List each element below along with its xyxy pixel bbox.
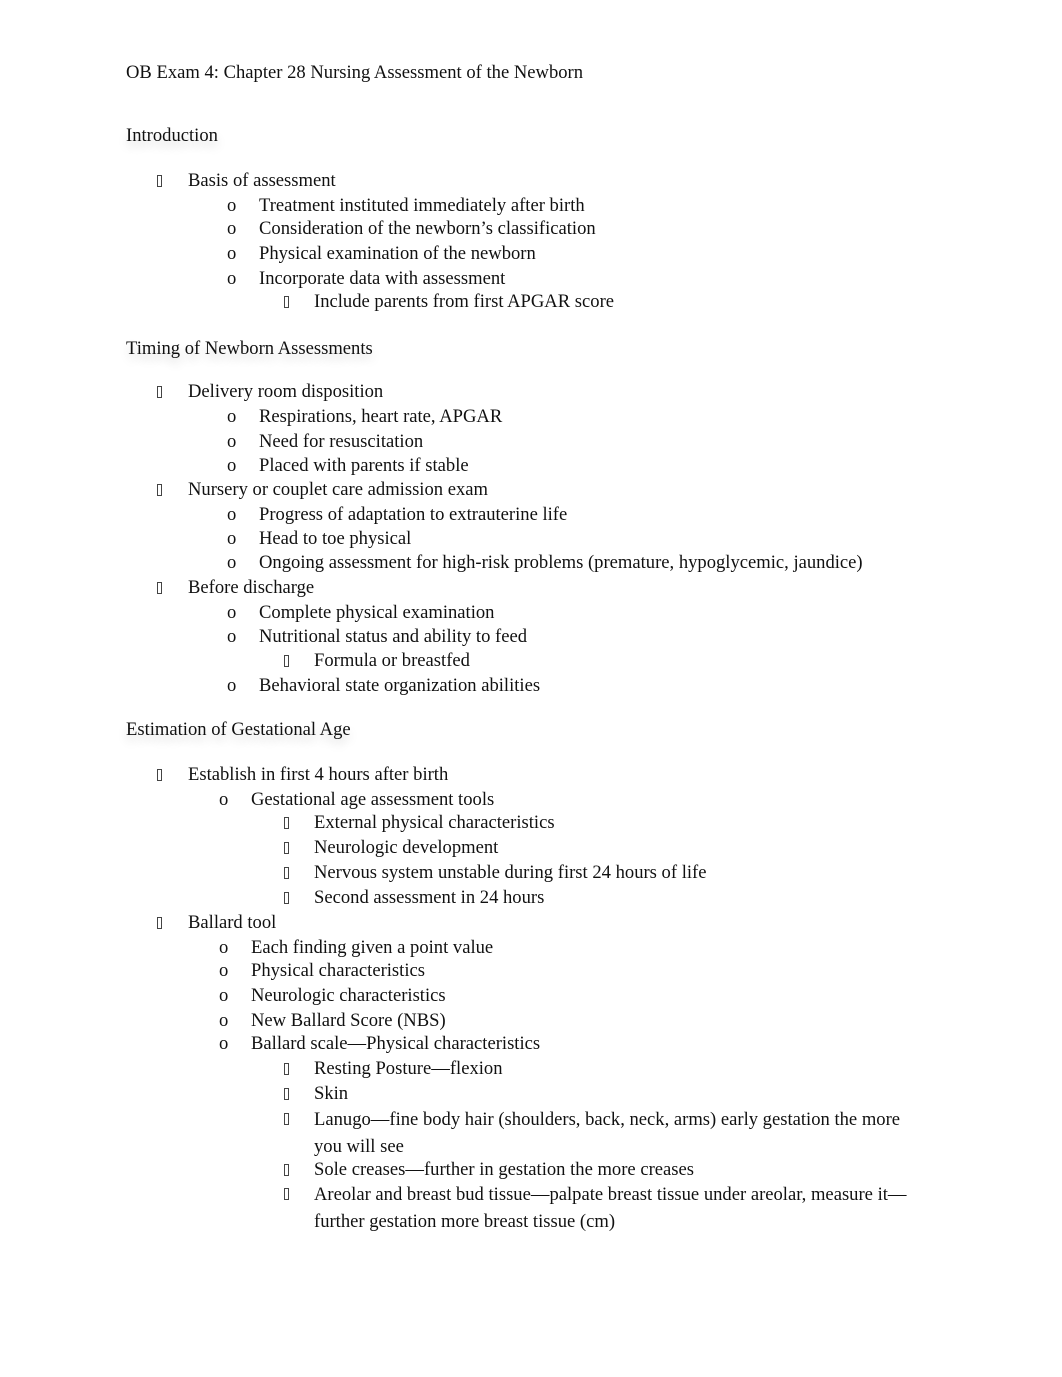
list-item-text: Formula or breastfed — [314, 650, 470, 671]
list-item-text: Sole creases—further in gestation the mo… — [314, 1159, 694, 1180]
circle-bullet-icon: o — [219, 960, 229, 981]
list-item-text: External physical characteristics — [314, 812, 555, 833]
circle-bullet-icon: o — [227, 243, 237, 264]
circle-bullet-icon: o — [227, 504, 237, 525]
square-bullet-icon — [284, 1113, 289, 1125]
square-bullet-icon — [284, 817, 289, 829]
square-bullet-icon — [157, 175, 162, 187]
list-item-text: Resting Posture—flexion — [314, 1058, 503, 1079]
list-item-text: Nutritional status and ability to feed — [259, 626, 528, 647]
square-bullet-icon — [284, 296, 289, 308]
square-bullet-icon — [284, 842, 289, 854]
circle-bullet-icon: o — [227, 406, 237, 427]
list-item-text: Basis of assessment — [188, 170, 336, 191]
square-bullet-icon — [157, 769, 162, 781]
list-item-text: Include parents from first APGAR score — [314, 291, 615, 312]
circle-bullet-icon: o — [227, 195, 237, 216]
square-bullet-icon — [284, 1188, 289, 1200]
list-item-text: Incorporate data with assessment — [259, 268, 506, 289]
square-bullet-icon — [284, 892, 289, 904]
square-bullet-icon — [284, 1088, 289, 1100]
section-heading: Introduction — [126, 125, 218, 146]
circle-bullet-icon: o — [227, 602, 237, 623]
list-item-text: New Ballard Score (NBS) — [251, 1010, 446, 1031]
circle-bullet-icon: o — [227, 626, 237, 647]
document-title: OB Exam 4: Chapter 28 Nursing Assessment… — [126, 62, 584, 83]
list-item-text: Lanugo—fine body hair (shoulders, back, … — [314, 1109, 901, 1157]
list-item-text: Complete physical examination — [259, 602, 495, 623]
circle-bullet-icon: o — [219, 985, 229, 1006]
list-item-text: Ballard scale—Physical characteristics — [251, 1033, 541, 1054]
list-item-text: Physical examination of the newborn — [259, 243, 536, 264]
list-item-text: Head to toe physical — [259, 528, 412, 549]
list-item-text: Neurologic characteristics — [251, 985, 446, 1006]
list-item-text: Gestational age assessment tools — [251, 789, 495, 810]
square-bullet-icon — [284, 1164, 289, 1176]
list-item-text: Physical characteristics — [251, 960, 425, 981]
square-bullet-icon — [284, 867, 289, 879]
circle-bullet-icon: o — [219, 937, 229, 958]
list-item-text: Placed with parents if stable — [259, 455, 469, 476]
square-bullet-icon — [157, 917, 162, 929]
circle-bullet-icon: o — [227, 268, 237, 289]
list-item-text: Respirations, heart rate, APGAR — [259, 406, 503, 427]
circle-bullet-icon: o — [227, 218, 237, 239]
list-item-text: Skin — [314, 1083, 349, 1104]
circle-bullet-icon: o — [227, 431, 237, 452]
circle-bullet-icon: o — [227, 552, 237, 573]
circle-bullet-icon: o — [219, 1033, 229, 1054]
list-item-text: Each finding given a point value — [251, 937, 494, 958]
list-item-text: Treatment instituted immediately after b… — [259, 195, 585, 216]
circle-bullet-icon: o — [219, 789, 229, 810]
list-item-text: Before discharge — [188, 577, 315, 598]
list-item-text: Consideration of the newborn’s classific… — [259, 218, 596, 239]
list-item-text: Behavioral state organization abilities — [259, 675, 541, 696]
list-item-text: Nursery or couplet care admission exam — [188, 479, 488, 500]
list-item-text: Need for resuscitation — [259, 431, 424, 452]
list-item-text: Nervous system unstable during first 24 … — [314, 862, 707, 883]
circle-bullet-icon: o — [227, 675, 237, 696]
list-item-text: Ballard tool — [188, 912, 277, 933]
list-item-text: Delivery room disposition — [188, 381, 384, 402]
list-item-text: Neurologic development — [314, 837, 499, 858]
square-bullet-icon — [284, 1063, 289, 1075]
list-item-text: Areolar and breast bud tissue—palpate br… — [314, 1184, 907, 1232]
circle-bullet-icon: o — [227, 455, 237, 476]
list-item-text: Establish in first 4 hours after birth — [188, 764, 449, 785]
document-page: OB Exam 4: Chapter 28 Nursing Assessment… — [0, 0, 1062, 1377]
square-bullet-icon — [284, 655, 289, 667]
circle-bullet-icon: o — [219, 1010, 229, 1031]
list-item-text: Progress of adaptation to extrauterine l… — [259, 504, 568, 525]
list-item-text: Ongoing assessment for high-risk problem… — [259, 552, 863, 573]
square-bullet-icon — [157, 386, 162, 398]
square-bullet-icon — [157, 582, 162, 594]
circle-bullet-icon: o — [227, 528, 237, 549]
square-bullet-icon — [157, 484, 162, 496]
section-heading: Timing of Newborn Assessments — [126, 338, 373, 359]
list-item-text: Second assessment in 24 hours — [314, 887, 545, 908]
section-heading: Estimation of Gestational Age — [126, 719, 351, 740]
